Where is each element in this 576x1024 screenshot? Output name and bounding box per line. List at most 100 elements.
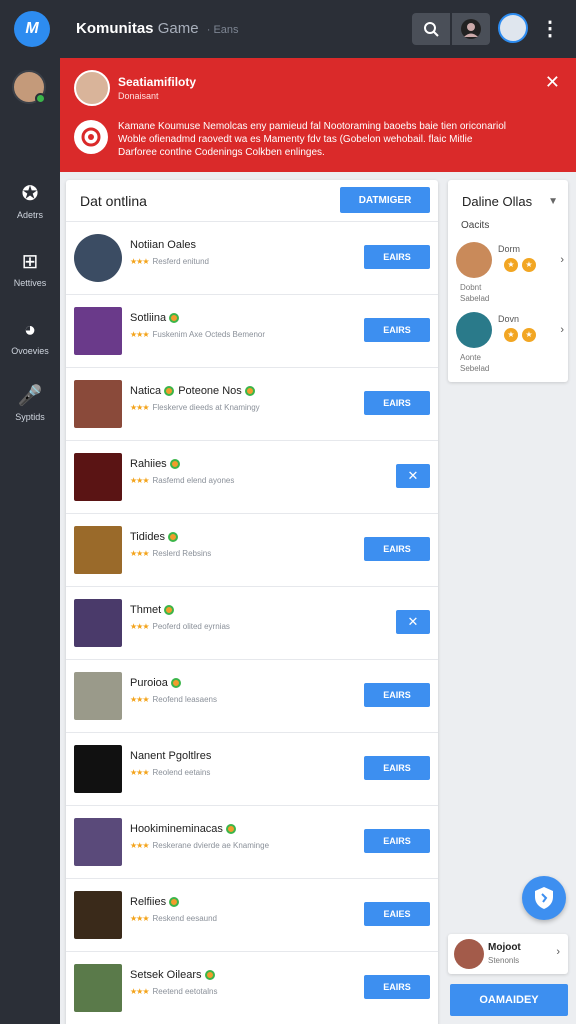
- rail-avatar[interactable]: [12, 70, 46, 104]
- game-meta-text: Reofend leasaens: [152, 695, 218, 704]
- list-item[interactable]: Relfiies ★★★ Reskend eesaund EAIES: [66, 879, 438, 952]
- game-name-secondary: Poteone Nos: [178, 385, 242, 397]
- list-item[interactable]: Tidides ★★★ Reslerd Rebsins EAIRS: [66, 514, 438, 587]
- list-item[interactable]: Sotliina ★★★ Fuskenim Axe Octeds Bemenor EA…: [66, 295, 438, 368]
- online-status-icon: [35, 93, 46, 104]
- game-name: Setsek Oilears: [130, 969, 215, 981]
- remove-button[interactable]: ✕: [396, 464, 430, 488]
- verified-badge-icon: [169, 459, 180, 470]
- more-vertical-icon[interactable]: ⋮: [540, 18, 560, 40]
- side-user[interactable]: Dorm ★ ★ Dobnt Sabelad ›: [456, 242, 566, 303]
- side-user-sub1: Dobnt: [460, 283, 482, 292]
- avatar: [456, 312, 492, 348]
- row-action-button[interactable]: EAIRS: [364, 391, 430, 415]
- list-item[interactable]: Notiian Oales ★★★ Resferd enitund EAIRS: [66, 222, 438, 295]
- game-name-text: Puroioa: [130, 677, 168, 689]
- game-meta-text: Reetend eetotalns: [152, 987, 218, 996]
- row-action-button[interactable]: EAIRS: [364, 245, 430, 269]
- rating-stars-icon: ★★★: [130, 330, 149, 339]
- rail-item-label: Adetrs: [16, 210, 43, 220]
- row-action-button[interactable]: EAIRS: [364, 537, 430, 561]
- chevron-right-icon: ›: [560, 254, 564, 266]
- list-item[interactable]: Setsek Oilears ★★★ Reetend eetotalns EAIRS: [66, 952, 438, 1024]
- rail-item-1[interactable]: ⊞ Nettives: [0, 250, 60, 288]
- side-user[interactable]: Dovn ★ ★ Aonte Sebelad ›: [456, 312, 566, 373]
- rating-stars-icon: ★★★: [130, 622, 149, 631]
- game-name-text: Relfiies: [130, 896, 167, 908]
- rail-item-3[interactable]: 🎤 Syptids: [0, 384, 60, 422]
- rail-item-2[interactable]: ◕ Ovoevies: [0, 318, 60, 356]
- banner-text-line: Darforee contlne Codenings Colkben enlin…: [118, 147, 325, 158]
- game-meta: ★★★ Reskerane dvierde ae Knaminge: [130, 841, 269, 850]
- game-meta-text: Rasfemd elend ayones: [152, 476, 235, 485]
- side-user-sub1: Aonte: [460, 353, 481, 362]
- game-meta-text: Fuskenim Axe Octeds Bemenor: [152, 330, 266, 339]
- title-sub: · Eans: [206, 24, 239, 36]
- game-name-text: Hookimineminacas: [130, 823, 223, 835]
- game-name: Sotliina: [130, 312, 180, 324]
- rail-item-label: Ovoevies: [11, 346, 49, 356]
- game-thumbnail: [74, 672, 122, 720]
- game-name-text: Rahiies: [130, 458, 167, 470]
- game-name: Natica Poteone Nos: [130, 385, 255, 397]
- cta-button[interactable]: OAMAIDEY: [450, 984, 568, 1016]
- app-logo[interactable]: M: [14, 11, 50, 47]
- shield-fab-button[interactable]: [522, 876, 566, 920]
- game-meta-text: Reslerd Rebsins: [152, 549, 212, 558]
- list-item[interactable]: Rahiies ★★★ Rasfemd elend ayones ✕: [66, 441, 438, 514]
- alert-icon: [74, 120, 108, 154]
- banner-text-line: Kamane Koumuse Nemolcas eny pamieud fal …: [118, 121, 506, 132]
- list-item[interactable]: Hookimineminacas ★★★ Reskerane dvierde ae …: [66, 806, 438, 879]
- game-name-text: Sotliina: [130, 312, 167, 324]
- game-thumbnail: [74, 234, 122, 282]
- game-meta-text: Peoferd olited eyrnias: [152, 622, 230, 631]
- user-avatar-button[interactable]: [452, 13, 490, 45]
- row-action-button[interactable]: EAIRS: [364, 975, 430, 999]
- notification-banner: Seatiamifiloty Donaisant ✕ Kamane Koumus…: [60, 58, 576, 172]
- row-action-button[interactable]: EAIRS: [364, 318, 430, 342]
- list-item[interactable]: Puroioa ★★★ Reofend leasaens EAIRS: [66, 660, 438, 733]
- row-action-button[interactable]: EAIRS: [364, 829, 430, 853]
- chevron-right-icon: ›: [560, 324, 564, 336]
- game-meta: ★★★ Reolend eetains: [130, 768, 210, 777]
- rating-stars-icon: ★★★: [130, 768, 149, 777]
- side-label: Oacits: [461, 220, 490, 231]
- game-thumbnail: [74, 453, 122, 501]
- game-thumbnail: [74, 307, 122, 355]
- game-thumbnail: [74, 599, 122, 647]
- list-item[interactable]: Natica Poteone Nos ★★★ Fleskerve dieeds at …: [66, 368, 438, 441]
- game-meta: ★★★ Fleskerve dieeds at Knamingy: [130, 403, 260, 412]
- verified-badge-icon: [169, 313, 180, 324]
- row-action-button[interactable]: EAIRS: [364, 683, 430, 707]
- game-name: Hookimineminacas: [130, 823, 236, 835]
- chevron-down-icon[interactable]: ▼: [548, 196, 558, 207]
- row-action-button[interactable]: EAIRS: [364, 756, 430, 780]
- search-icon: [424, 22, 439, 37]
- verified-badge-icon: [225, 824, 236, 835]
- avatar: [454, 939, 484, 969]
- mini-subtitle: Stenonls: [488, 956, 520, 965]
- rail-item-label: Nettives: [13, 278, 47, 288]
- game-name: Nanent Pgoltlres: [130, 750, 211, 762]
- game-name-text: Setsek Oilears: [130, 969, 202, 981]
- remove-button[interactable]: ✕: [396, 610, 430, 634]
- list-item[interactable]: Thmet ★★★ Peoferd olited eyrnias ✕: [66, 587, 438, 660]
- verified-badge-icon: [164, 605, 175, 616]
- top-bar: M Komunitas Game · Eans ⋮: [0, 0, 576, 58]
- game-list: Notiian Oales ★★★ Resferd enitund EAIRS Sotl…: [66, 222, 438, 1024]
- close-icon[interactable]: ✕: [545, 72, 560, 93]
- rail-item-0[interactable]: ✪ Adetrs: [0, 182, 60, 220]
- row-action-button[interactable]: EAIES: [364, 902, 430, 926]
- list-header-button[interactable]: DATMIGER: [340, 187, 430, 213]
- list-item[interactable]: Nanent Pgoltlres ★★★ Reolend eetains EAIRS: [66, 733, 438, 806]
- verified-badge-icon: [170, 678, 181, 689]
- circle-face-icon: ◕: [23, 319, 37, 341]
- profile-avatar[interactable]: [498, 13, 528, 43]
- banner-text: Kamane Koumuse Nemolcas eny pamieud fal …: [118, 120, 558, 159]
- side-user-sub2: Sebelad: [460, 364, 490, 373]
- mini-profile-card[interactable]: Mojoot Stenonls ›: [448, 934, 568, 974]
- search-button[interactable]: [412, 13, 450, 45]
- game-name-text: Nanent Pgoltlres: [130, 750, 212, 762]
- badge-icon: ★: [522, 328, 536, 342]
- side-user-name: Dovn: [498, 314, 520, 324]
